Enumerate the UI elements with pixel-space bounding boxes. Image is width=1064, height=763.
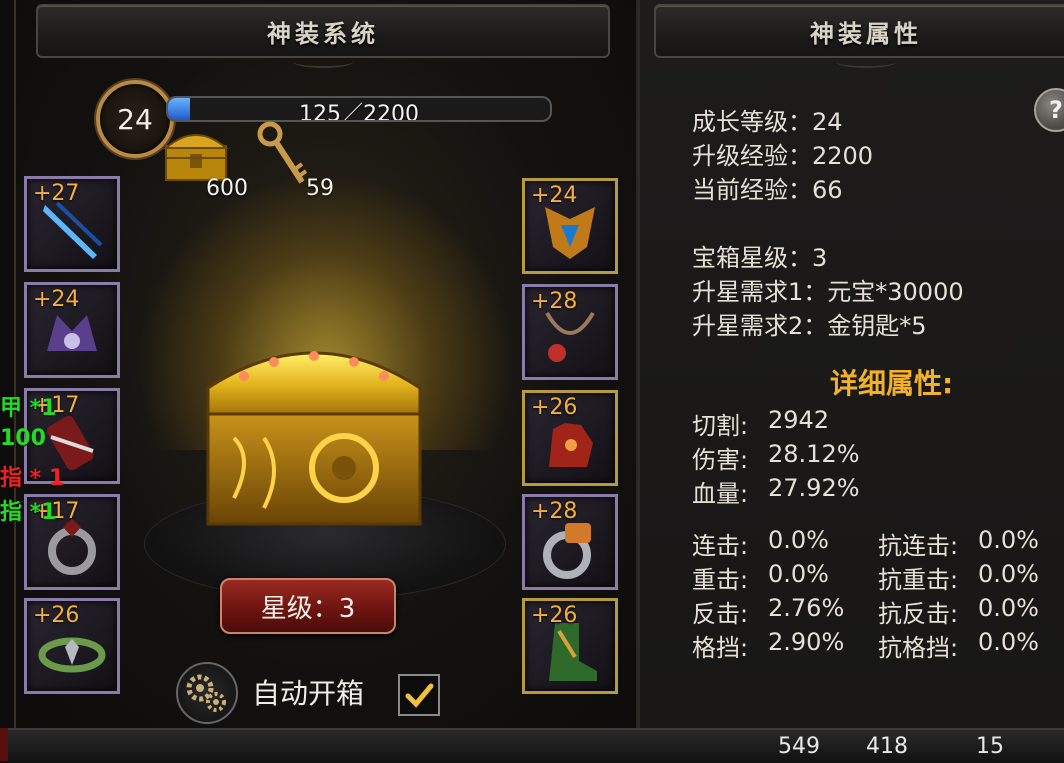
stat-value: 27.92% xyxy=(768,474,860,502)
hud-number: 15 xyxy=(976,734,1004,759)
slot-enhance-level: +24 xyxy=(33,287,80,312)
stat-label: 血量: xyxy=(692,480,749,508)
stat-value: 0.0% xyxy=(978,628,1039,656)
star-requirement-2: 升星需求2：金钥匙*5 xyxy=(692,312,927,340)
help-button[interactable]: ? xyxy=(1034,88,1064,132)
stat-label: 重击: xyxy=(692,566,749,594)
side-note-2: 100 xyxy=(0,426,46,451)
exp-progress-bar: 125／2200 xyxy=(166,96,552,122)
stat-value: 0.0% xyxy=(978,560,1039,588)
equipment-panel: 神装系统 24 125／2200 600 59 +27 +24 xyxy=(14,0,638,728)
side-note-1: 甲 *1 xyxy=(0,396,57,421)
exp-progress-text: 125／2200 xyxy=(299,102,419,122)
slot-enhance-level: +24 xyxy=(531,183,578,208)
auto-open-checkbox[interactable] xyxy=(398,674,440,716)
star-level-button[interactable]: 星级：3 xyxy=(220,578,396,634)
equip-slot-helmet[interactable]: +24 xyxy=(24,282,120,378)
stat-value: 2.76% xyxy=(768,594,845,622)
upgrade-exp: 升级经验：2200 xyxy=(692,142,874,170)
checkmark-icon xyxy=(405,683,434,708)
chest-star-level: 宝箱星级：3 xyxy=(692,244,828,272)
left-edge-accent xyxy=(0,728,8,761)
stat-value: 0.0% xyxy=(768,526,829,554)
stat-value: 2942 xyxy=(768,406,830,434)
detail-attributes-title: 详细属性: xyxy=(830,367,954,400)
slot-enhance-level: +28 xyxy=(531,289,578,314)
stat-label: 抗重击: xyxy=(878,566,959,594)
slot-enhance-level: +27 xyxy=(33,181,80,206)
stat-value: 0.0% xyxy=(978,526,1039,554)
auto-open-label: 自动开箱 xyxy=(252,677,365,710)
stat-label: 抗反击: xyxy=(878,600,959,628)
equip-slot-weapon[interactable]: +27 xyxy=(24,176,120,272)
settings-gear-icon[interactable] xyxy=(176,662,238,724)
growth-level: 成长等级：24 xyxy=(692,108,843,136)
stat-label: 伤害: xyxy=(692,446,749,474)
equip-slot-ring-2[interactable]: +28 xyxy=(522,494,618,590)
slot-enhance-level: +26 xyxy=(531,603,578,628)
stat-value: 28.12% xyxy=(768,440,860,468)
title-ornament xyxy=(293,56,353,68)
side-note-4: 指 *1 xyxy=(0,500,57,525)
panel-title: 神装属性 xyxy=(810,18,922,48)
stat-label: 格挡: xyxy=(692,634,749,662)
equip-slot-gloves[interactable]: +26 xyxy=(522,390,618,486)
slot-enhance-level: +28 xyxy=(531,499,578,524)
slot-enhance-level: +26 xyxy=(531,395,578,420)
equipment-title-bar: 神装系统 xyxy=(36,4,610,68)
stat-label: 连击: xyxy=(692,532,749,560)
treasure-chest-icon[interactable] xyxy=(194,328,434,542)
slot-enhance-level: +26 xyxy=(33,603,80,628)
attributes-title-bar: 神装属性 xyxy=(654,4,1064,68)
stat-label: 反击: xyxy=(692,600,749,628)
stat-value: 0.0% xyxy=(978,594,1039,622)
stat-value: 0.0% xyxy=(768,560,829,588)
equip-slot-necklace[interactable]: +28 xyxy=(522,284,618,380)
stat-label: 抗连击: xyxy=(878,532,959,560)
equip-slot-boots[interactable]: +26 xyxy=(522,598,618,694)
hud-number: 418 xyxy=(866,734,908,759)
hud-number: 549 xyxy=(778,734,820,759)
side-note-3: 指 * 1 xyxy=(0,466,65,491)
stat-value: 2.90% xyxy=(768,628,845,656)
attributes-panel: 神装属性 ? 成长等级：24 升级经验：2200 当前经验：66 宝箱星级：3 … xyxy=(638,0,1064,728)
title-ornament xyxy=(836,56,896,68)
equip-slot-belt[interactable]: +26 xyxy=(24,598,120,694)
equip-slot-armor[interactable]: +24 xyxy=(522,178,618,274)
bottom-hud-strip: 549 418 15 xyxy=(0,728,1064,763)
stat-label: 切割: xyxy=(692,412,749,440)
star-requirement-1: 升星需求1：元宝*30000 xyxy=(692,278,964,306)
panel-title: 神装系统 xyxy=(267,18,379,48)
stat-label: 抗格挡: xyxy=(878,634,959,662)
current-exp: 当前经验：66 xyxy=(692,176,843,204)
